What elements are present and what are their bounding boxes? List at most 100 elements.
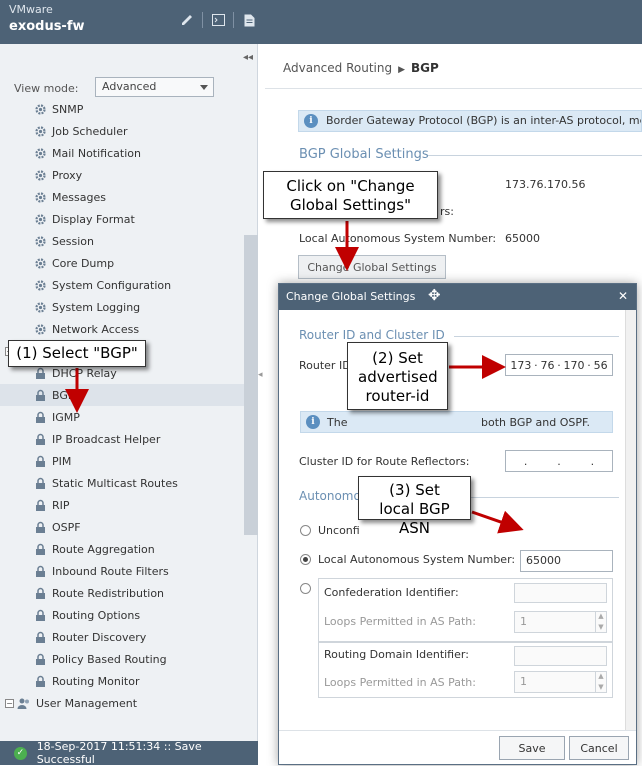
breadcrumb: Advanced Routing ▶ BGP	[283, 61, 439, 75]
sidebar-item-label: RIP	[52, 498, 70, 512]
terminal-icon[interactable]	[211, 13, 225, 27]
check-icon: ✓	[14, 746, 27, 760]
sidebar-item-label: IP Broadcast Helper	[52, 432, 161, 446]
sidebar-item-label: PIM	[52, 454, 72, 468]
dialog-title: Change Global Settings	[286, 290, 416, 303]
sidebar-item-label: Display Format	[52, 212, 135, 226]
octet: 76	[540, 358, 555, 372]
collapse-sidebar-icon[interactable]: ◂◂	[243, 52, 253, 63]
document-icon[interactable]	[242, 13, 256, 27]
edit-icon[interactable]	[180, 13, 194, 27]
header-divider	[265, 88, 642, 89]
sidebar-item[interactable]: IGMP	[0, 406, 244, 428]
top-bar: VMware exodus-fw	[0, 0, 642, 44]
lock-icon	[33, 674, 47, 688]
gear-icon	[33, 190, 47, 204]
sidebar-item-label: User Management	[36, 696, 138, 710]
gear-icon	[33, 322, 47, 336]
local-asn-input[interactable]: 65000	[520, 550, 613, 572]
sidebar-item[interactable]: Session	[0, 230, 244, 252]
sidebar-item-label: BGP	[52, 388, 75, 402]
collapse-toggle-icon[interactable]: −	[5, 698, 14, 708]
save-button[interactable]: Save	[499, 736, 565, 760]
callout-click-change: Click on "Change Global Settings"	[263, 171, 438, 219]
users-icon	[17, 696, 31, 710]
gear-icon	[33, 256, 47, 270]
sidebar-item-label: Mail Notification	[52, 146, 141, 160]
sidebar-item[interactable]: Display Format	[0, 208, 244, 230]
sidebar-item[interactable]: PIM	[0, 450, 244, 472]
sidebar-item[interactable]: SNMP	[0, 98, 244, 120]
sidebar-item-label: Routing Options	[52, 608, 141, 622]
confederation-radio[interactable]	[300, 583, 311, 594]
lock-icon	[33, 608, 47, 622]
section-divider	[428, 155, 642, 156]
sidebar-item[interactable]: OSPF	[0, 516, 244, 538]
local-asn-radio[interactable]	[300, 554, 311, 565]
change-global-settings-button[interactable]: Change Global Settings	[298, 255, 446, 279]
unconfigured-radio[interactable]	[300, 525, 311, 536]
splitter-grip-icon[interactable]: ◂	[258, 370, 266, 410]
spinner-arrows-icon[interactable]: ▲ ▼	[595, 611, 606, 633]
view-mode-value: Advanced	[102, 80, 157, 93]
sidebar-item-label: Router Discovery	[52, 630, 147, 644]
sidebar-item[interactable]: − User Management	[0, 692, 244, 714]
dialog-title-bar[interactable]: Change Global Settings ✥ ✕	[279, 284, 636, 310]
info-icon: i	[304, 114, 318, 128]
sidebar-item[interactable]: Core Dump	[0, 252, 244, 274]
loops-input[interactable]: 1	[514, 611, 607, 633]
dialog-body: Router ID and Cluster ID Router ID 173 · …	[279, 310, 636, 730]
sidebar-item[interactable]: Network Access	[0, 318, 244, 340]
sidebar-item[interactable]: Route Redistribution	[0, 582, 244, 604]
info-icon: i	[306, 415, 320, 429]
sidebar-item[interactable]: RIP	[0, 494, 244, 516]
gear-icon	[33, 146, 47, 160]
sidebar-item[interactable]: Messages	[0, 186, 244, 208]
sidebar-item[interactable]: Job Scheduler	[0, 120, 244, 142]
cancel-button[interactable]: Cancel	[569, 736, 629, 760]
sidebar-item[interactable]: Static Multicast Routes	[0, 472, 244, 494]
close-icon[interactable]: ✕	[618, 289, 628, 303]
sidebar-item[interactable]: Router Discovery	[0, 626, 244, 648]
sidebar-item[interactable]: Route Aggregation	[0, 538, 244, 560]
confederation-input[interactable]	[514, 583, 607, 603]
cluster-id-input[interactable]: . . .	[505, 450, 613, 472]
gear-icon	[33, 102, 47, 116]
lock-icon	[33, 432, 47, 446]
gear-icon	[33, 300, 47, 314]
routing-domain-input[interactable]	[514, 646, 607, 666]
sidebar-item[interactable]: Routing Monitor	[0, 670, 244, 692]
router-id-value: 173.76.170.56	[505, 178, 586, 191]
sidebar-item[interactable]: IP Broadcast Helper	[0, 428, 244, 450]
sidebar-item[interactable]: Routing Options	[0, 604, 244, 626]
routing-domain-group: Routing Domain Identifier: Loops Permitt…	[318, 642, 613, 698]
callout-set-asn: (3) Set local BGP ASN	[358, 476, 471, 537]
sidebar-item[interactable]: Proxy	[0, 164, 244, 186]
sidebar-item[interactable]: System Logging	[0, 296, 244, 318]
chevron-right-icon: ▶	[398, 65, 406, 75]
octet-dot: .	[557, 454, 561, 468]
gear-icon	[33, 124, 47, 138]
info-banner-text: Border Gateway Protocol (BGP) is an inte…	[326, 114, 642, 127]
view-mode-label: View mode:	[14, 82, 79, 95]
sidebar-item[interactable]: Policy Based Routing	[0, 648, 244, 670]
router-id-input[interactable]: 173 · 76 · 170 · 56	[505, 354, 613, 376]
sidebar-scrollbar[interactable]	[244, 235, 258, 535]
chevron-down-icon	[200, 85, 208, 90]
view-mode-select[interactable]: Advanced	[95, 77, 214, 97]
dialog-scrollbar[interactable]	[625, 310, 636, 730]
gear-icon	[33, 278, 47, 292]
loops-input[interactable]: 1	[514, 671, 607, 693]
move-icon[interactable]: ✥	[428, 286, 441, 304]
sidebar-item[interactable]: System Configuration	[0, 274, 244, 296]
breadcrumb-parent[interactable]: Advanced Routing	[283, 61, 392, 75]
sidebar-item-label: System Configuration	[52, 278, 172, 292]
sidebar-item[interactable]: Inbound Route Filters	[0, 560, 244, 582]
sidebar-item-label: Routing Monitor	[52, 674, 140, 688]
sidebar-item-label: Job Scheduler	[52, 124, 128, 138]
sidebar-item-label: Policy Based Routing	[52, 652, 167, 666]
sidebar-item[interactable]: Mail Notification	[0, 142, 244, 164]
sidebar-item[interactable]: BGP	[0, 384, 244, 406]
lock-icon	[33, 410, 47, 424]
spinner-arrows-icon[interactable]: ▲ ▼	[595, 671, 606, 693]
